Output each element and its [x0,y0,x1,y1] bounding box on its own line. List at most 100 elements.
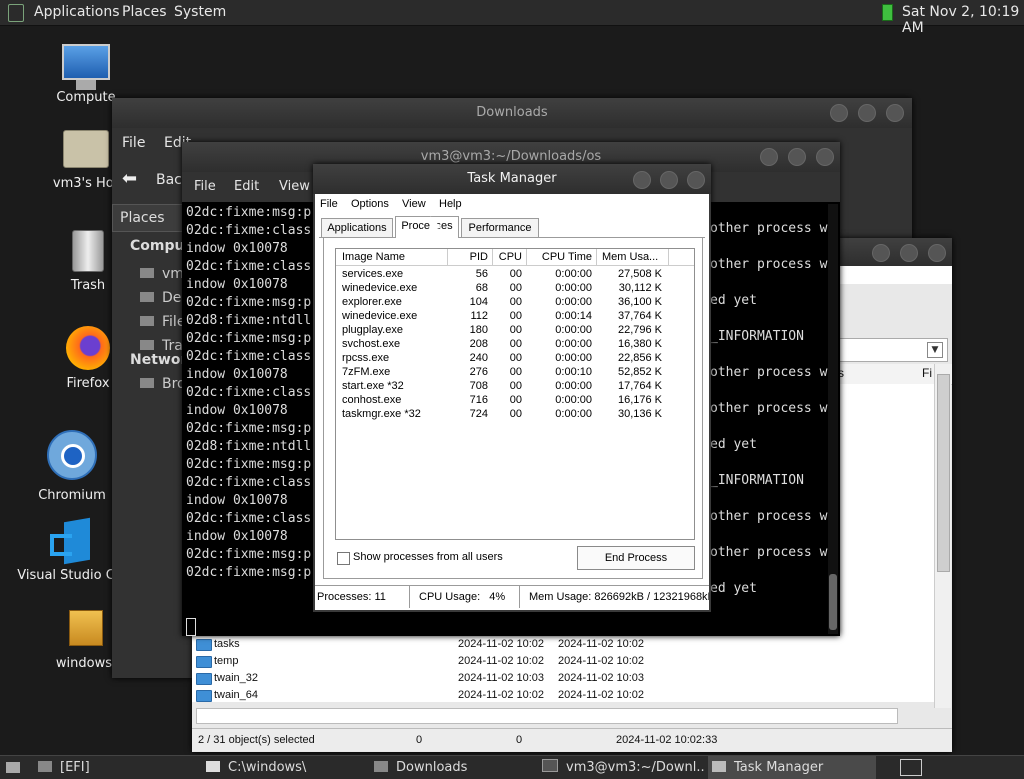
taskbar-item-terminal[interactable]: vm3@vm3:~/Downl... [542,756,704,779]
desktop-icon-chromium[interactable]: Chromium [24,430,120,503]
horizontal-scrollbar[interactable] [196,708,898,724]
column-cpu-time[interactable]: CPU Time [526,249,597,265]
terminal-line: indow 0x10078 [186,529,288,544]
minimize-button[interactable] [760,148,778,166]
column-header[interactable]: Fi [922,366,932,380]
menu-view[interactable]: View [402,198,426,210]
close-button[interactable] [687,171,705,189]
close-button[interactable] [928,244,946,262]
process-cpu-time: 0:00:00 [555,338,592,350]
process-row[interactable]: svchost.exe 208 00 0:00:00 16,380 K [336,337,692,351]
process-row[interactable]: plugplay.exe 180 00 0:00:00 22,796 K [336,323,692,337]
taskbar-item-windows[interactable]: C:\windows\ [206,756,366,779]
scrollbar-thumb[interactable] [829,574,837,630]
applications-menu[interactable]: Applications [34,4,120,20]
process-cpu: 00 [509,366,522,378]
process-cpu-time: 0:00:10 [555,366,592,378]
process-image-name: svchost.exe [342,338,401,350]
status-cpu-usage: CPU Usage: 4% [419,586,520,608]
distro-logo-icon[interactable] [8,4,24,22]
process-cpu-time: 0:00:00 [555,282,592,294]
terminal-scrollbar[interactable] [828,204,838,634]
minimize-button[interactable] [872,244,890,262]
terminal-menu-view[interactable]: View [279,179,310,194]
system-menu[interactable]: System [174,4,226,20]
show-desktop-button[interactable] [4,756,26,779]
downloads-titlebar[interactable]: Downloads [112,98,912,128]
list-item[interactable]: temp 2024-11-02 10:02 2024-11-02 10:02 [192,653,792,670]
process-cpu: 00 [509,408,522,420]
window-title: vm3@vm3:~/Downloads/os [420,149,602,164]
process-pid: 68 [475,282,488,294]
taskbar-item-efi[interactable]: [EFI] [38,756,198,779]
process-pid: 240 [469,352,488,364]
process-row[interactable]: start.exe *32 708 00 0:00:00 17,764 K [336,379,692,393]
close-button[interactable] [886,104,904,122]
places-menu[interactable]: Places [122,4,167,20]
menu-options[interactable]: Options [351,198,389,210]
tab-applications[interactable]: Applications [321,218,393,237]
process-row[interactable]: services.exe 56 00 0:00:00 27,508 K [336,267,692,281]
maximize-button[interactable] [900,244,918,262]
process-pid: 56 [475,268,488,280]
chevron-down-icon[interactable]: ▼ [927,342,943,358]
process-image-name: services.exe [342,268,404,280]
end-process-button[interactable]: End Process [577,546,695,570]
process-cpu-time: 0:00:14 [555,310,592,322]
list-item[interactable]: twain_64 2024-11-02 10:02 2024-11-02 10:… [192,687,792,704]
process-row[interactable]: explorer.exe 104 00 0:00:00 36,100 K [336,295,692,309]
column-pid[interactable]: PID [442,249,493,265]
terminal-line: 02dc:fixme:class [186,385,312,400]
terminal-menu-edit[interactable]: Edit [234,179,259,194]
column-cpu[interactable]: CPU [492,249,527,265]
list-item[interactable]: twain_32 2024-11-02 10:03 2024-11-02 10:… [192,670,792,687]
desktop-icon-computer[interactable]: Compute [38,44,134,105]
terminal-line: ed yet [710,581,757,596]
menu-file[interactable]: File [320,198,338,210]
show-all-label[interactable]: Show processes from all users [353,551,503,563]
maximize-button[interactable] [660,171,678,189]
places-header[interactable]: Places [112,204,186,232]
terminal-output-left: 02dc:fixme:msg:p 02dc:fixme:class indow 0x… [186,204,326,620]
workspace-switcher[interactable] [900,756,926,779]
sidebar-item[interactable]: Bro [140,376,186,392]
scrollbar-thumb[interactable] [937,374,950,572]
menu-help[interactable]: Help [439,198,462,210]
desktop-icon [6,762,20,773]
trash-icon [72,230,104,272]
terminal-line: 02dc:fixme:class [186,223,312,238]
network-status-icon[interactable] [882,4,893,21]
list-item[interactable]: tasks 2024-11-02 10:02 2024-11-02 10:02 [192,636,792,653]
process-row[interactable]: winedevice.exe 112 00 0:00:14 37,764 K [336,309,692,323]
clock[interactable]: Sat Nov 2, 10:19 AM [902,4,1024,36]
process-row[interactable]: 7zFM.exe 276 00 0:00:10 52,852 K [336,365,692,379]
desktop-icon-vscode[interactable]: Visual Studio Co [12,517,128,583]
folder-icon [196,673,212,685]
process-pid: 104 [469,296,488,308]
back-arrow-icon[interactable]: ⬅ [122,168,137,189]
close-button[interactable] [816,148,834,166]
show-all-checkbox[interactable] [337,552,350,565]
process-row[interactable]: rpcss.exe 240 00 0:00:00 22,856 K [336,351,692,365]
downloads-menu-file[interactable]: File [122,135,145,151]
process-row[interactable]: conhost.exe 716 00 0:00:00 16,176 K [336,393,692,407]
vertical-scrollbar[interactable] [934,364,951,708]
minimize-button[interactable] [633,171,651,189]
process-mem-usage: 30,112 K [618,282,662,294]
status-selected: 2 / 31 object(s) selected [198,734,315,746]
taskbar-item-downloads[interactable]: Downloads [374,756,534,779]
process-cpu-time: 0:00:00 [555,408,592,420]
column-mem-usage[interactable]: Mem Usa... [596,249,669,265]
column-image-name[interactable]: Image Name [336,249,448,265]
process-row[interactable]: winedevice.exe 68 00 0:00:00 30,112 K [336,281,692,295]
taskbar-item-task-manager[interactable]: Task Manager [708,756,876,779]
maximize-button[interactable] [858,104,876,122]
process-pid: 724 [469,408,488,420]
tab-performance[interactable]: Performance [461,218,539,237]
minimize-button[interactable] [830,104,848,122]
process-row[interactable]: taskmgr.exe *32 724 00 0:00:00 30,136 K [336,407,692,421]
terminal-menu-file[interactable]: File [194,179,216,194]
task-manager-titlebar[interactable]: Task Manager [313,164,711,194]
status-mem-usage: Mem Usage: 826692kB / 12321968kB [529,591,709,603]
maximize-button[interactable] [788,148,806,166]
